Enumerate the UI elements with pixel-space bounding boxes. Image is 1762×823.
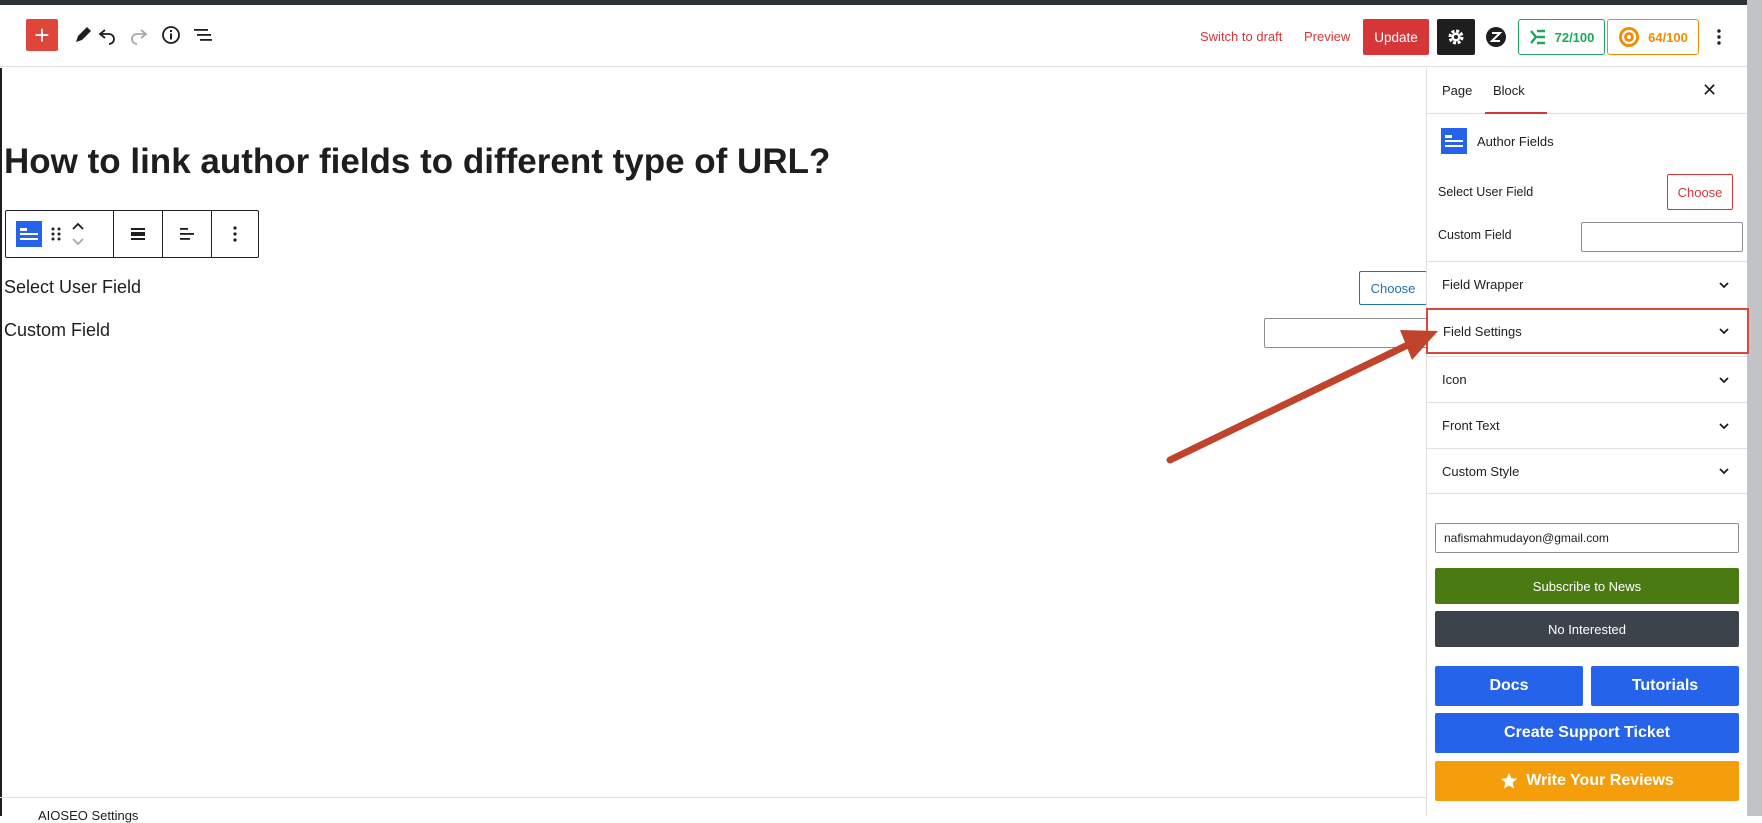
block-options-group[interactable] [212, 211, 258, 257]
author-fields-block-icon[interactable] [16, 221, 42, 247]
window-scrollbar-track[interactable] [1747, 0, 1762, 816]
editor-canvas: How to link author fields to different t… [0, 68, 1428, 816]
pencil-icon [76, 27, 91, 42]
panel-label: Icon [1442, 372, 1467, 387]
panel-field-wrapper[interactable]: Field Wrapper [1427, 261, 1747, 307]
text-align-left-icon [180, 228, 194, 240]
tab-page[interactable]: Page [1442, 83, 1472, 98]
list-view-button[interactable] [187, 19, 219, 51]
preview-link[interactable]: Preview [1304, 29, 1350, 44]
close-icon[interactable]: ✕ [1702, 80, 1717, 101]
chevron-down-icon [1719, 281, 1729, 288]
no-interest-button[interactable]: No Interested [1435, 611, 1739, 647]
subscribe-button[interactable]: Subscribe to News [1435, 568, 1739, 604]
panel-label: Field Settings [1443, 323, 1522, 339]
readability-score-icon [1619, 27, 1640, 47]
options-menu-button[interactable] [1708, 19, 1730, 55]
add-block-button[interactable]: + [26, 19, 58, 51]
align-group[interactable] [114, 211, 163, 257]
block-card: Author Fields [1441, 128, 1554, 154]
star-icon [1501, 772, 1518, 789]
custom-field-input[interactable] [1264, 318, 1428, 348]
panel-icon[interactable]: Icon [1427, 356, 1747, 402]
select-user-field-label: Select User Field [4, 277, 142, 297]
plugin-button[interactable] [1482, 22, 1510, 52]
seo-score-button[interactable]: 72/100 [1518, 19, 1605, 55]
custom-field-label: Custom Field [4, 320, 111, 340]
docs-button[interactable]: Docs [1435, 666, 1583, 706]
block-switcher-group [6, 211, 114, 257]
plus-icon: + [34, 20, 50, 50]
chevron-down-icon [1719, 468, 1729, 475]
vertical-dots-icon [233, 226, 237, 242]
info-icon [162, 26, 180, 44]
tab-block[interactable]: Block [1493, 83, 1525, 98]
panel-label: Custom Style [1442, 463, 1520, 479]
block-toolbar [5, 210, 259, 258]
editor-top-toolbar: + Switch to draft Preview Update 72/100 … [0, 5, 1747, 67]
move-up-down-icon[interactable] [70, 219, 86, 249]
chevron-down-icon [1719, 422, 1729, 429]
chevron-down-icon [1719, 328, 1729, 335]
panel-field-settings[interactable]: Field Settings [1426, 308, 1749, 354]
settings-sidebar: Page Block ✕ Author Fields Select User F… [1426, 68, 1749, 816]
author-fields-block-icon [1441, 128, 1467, 154]
switch-to-draft-link[interactable]: Switch to draft [1200, 29, 1282, 44]
sidebar-choose-button[interactable]: Choose [1667, 174, 1733, 210]
undo-button[interactable] [91, 19, 123, 51]
panel-label: Front Text [1442, 418, 1500, 433]
write-reviews-label: Write Your Reviews [1526, 772, 1674, 789]
panel-custom-style[interactable]: Custom Style [1427, 448, 1747, 494]
active-tab-indicator [1485, 112, 1547, 114]
sidebar-select-user-field-label: Select User Field [1438, 185, 1534, 199]
redo-button[interactable] [123, 19, 155, 51]
text-align-group[interactable] [163, 211, 212, 257]
kebab-menu-icon [1717, 29, 1721, 45]
gear-icon [1448, 29, 1464, 45]
align-wide-icon [131, 228, 145, 240]
chevron-down-icon [1719, 376, 1729, 383]
editor-footer-divider [0, 797, 1426, 798]
sidebar-tabs: Page Block ✕ [1427, 68, 1747, 114]
drag-handle-icon[interactable] [50, 225, 62, 243]
write-reviews-button[interactable]: Write Your Reviews [1435, 761, 1739, 801]
choose-user-field-button[interactable]: Choose [1359, 271, 1427, 305]
details-button[interactable] [155, 19, 187, 51]
sidebar-custom-field-label: Custom Field [1438, 228, 1512, 242]
z-logo-icon [1486, 27, 1506, 47]
seo-score-icon [1529, 29, 1545, 45]
update-button[interactable]: Update [1363, 19, 1429, 55]
tutorials-button[interactable]: Tutorials [1591, 666, 1739, 706]
seo-score-value: 72/100 [1554, 29, 1595, 45]
settings-button[interactable] [1437, 19, 1475, 55]
undo-icon [98, 29, 115, 45]
post-title[interactable]: How to link author fields to different t… [4, 142, 830, 182]
list-view-icon [194, 29, 212, 41]
readability-score-button[interactable]: 64/100 [1607, 19, 1699, 55]
create-support-ticket-button[interactable]: Create Support Ticket [1435, 713, 1739, 753]
panel-label: Field Wrapper [1442, 277, 1524, 292]
newsletter-email-input[interactable]: nafismahmudayon@gmail.com [1435, 523, 1739, 553]
sidebar-custom-field-input[interactable] [1581, 222, 1743, 252]
block-card-name: Author Fields [1477, 133, 1554, 149]
redo-icon [131, 29, 148, 45]
panel-front-text[interactable]: Front Text [1427, 402, 1747, 448]
readability-score-value: 64/100 [1648, 29, 1688, 45]
